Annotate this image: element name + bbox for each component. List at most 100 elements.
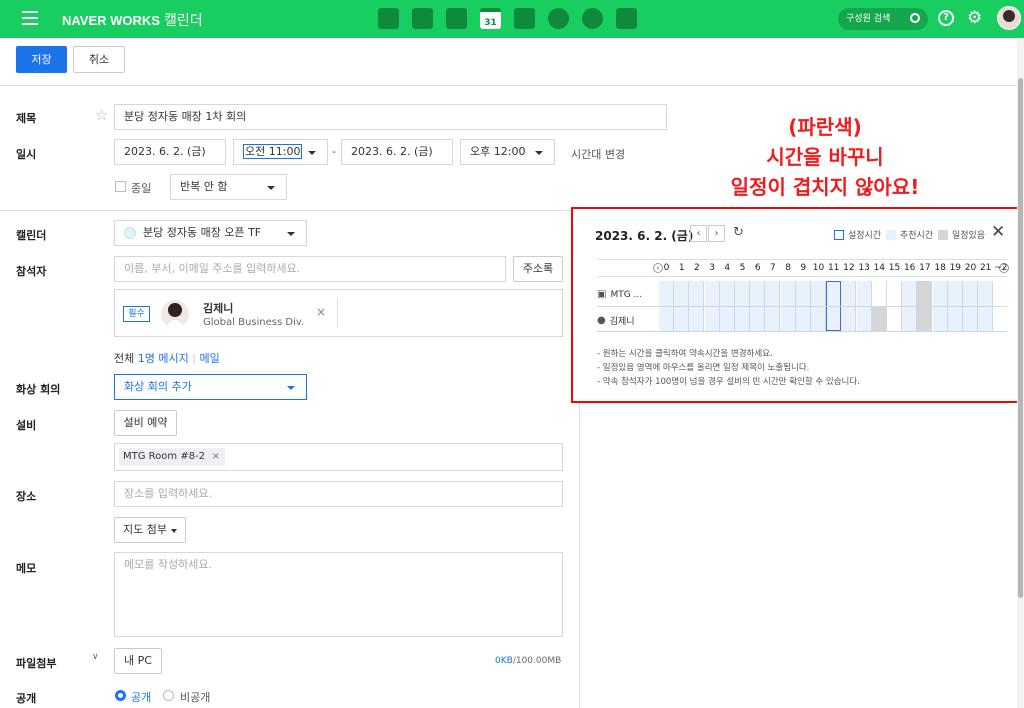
end-time-select[interactable]: 오후 12:00 — [460, 139, 555, 165]
time-slot[interactable] — [765, 281, 781, 306]
time-slot[interactable] — [932, 306, 948, 331]
brand-logo[interactable]: NAVER WORKS 캘린더 — [62, 10, 203, 30]
time-slot[interactable] — [659, 281, 674, 306]
time-slot[interactable] — [902, 306, 918, 331]
hour-label: 12 — [843, 263, 855, 273]
attendee-input[interactable]: 이름, 부서, 이메일 주소를 입력하세요. — [114, 256, 506, 282]
timezone-link[interactable]: 시간대 변경 — [571, 146, 625, 162]
annotation-line: 일정이 겹치지 않아요! — [730, 175, 920, 199]
time-slot[interactable] — [978, 281, 994, 306]
time-slot[interactable] — [932, 281, 948, 306]
mail-icon[interactable] — [446, 8, 467, 29]
required-badge[interactable]: 필수 — [123, 306, 150, 322]
save-button[interactable]: 저장 — [16, 46, 67, 73]
private-radio[interactable] — [163, 690, 174, 701]
hour-label: 0 — [663, 263, 670, 273]
place-input[interactable]: 장소를 입력하세요. — [114, 481, 563, 507]
time-slot[interactable] — [841, 306, 857, 331]
profile-avatar[interactable] — [997, 6, 1021, 30]
time-slot[interactable] — [735, 281, 750, 306]
time-slot[interactable] — [978, 306, 994, 331]
divider — [337, 298, 338, 328]
time-slot[interactable] — [871, 306, 887, 331]
contacts-icon[interactable] — [514, 8, 535, 29]
cancel-button[interactable]: 취소 — [73, 46, 125, 73]
allday-checkbox[interactable] — [115, 181, 126, 192]
time-slot[interactable] — [719, 281, 735, 306]
time-slot[interactable] — [947, 306, 963, 331]
prev-day-button[interactable]: ‹ — [690, 225, 707, 242]
time-slot[interactable] — [765, 306, 781, 331]
board-icon[interactable] — [616, 8, 637, 29]
calendar-icon[interactable]: 31 — [480, 8, 501, 29]
menu-icon[interactable] — [22, 11, 38, 25]
end-date-field[interactable]: 2023. 6. 2. (금) — [341, 139, 453, 165]
time-slot[interactable] — [856, 281, 872, 306]
drive-cloud-icon[interactable] — [548, 8, 569, 29]
time-slot[interactable] — [811, 281, 826, 306]
task-check-icon[interactable] — [582, 8, 603, 29]
time-slot[interactable] — [963, 306, 978, 331]
memo-textarea[interactable]: 메모를 작성하세요. — [114, 552, 563, 637]
time-slot[interactable] — [871, 281, 887, 306]
star-icon[interactable]: ☆ — [95, 106, 108, 124]
hour-label: 17 — [919, 263, 931, 273]
time-slot[interactable] — [795, 281, 811, 306]
equipment-label: 설비 — [16, 419, 37, 432]
address-book-button[interactable]: 주소록 — [513, 256, 563, 282]
time-slot[interactable] — [795, 306, 811, 331]
time-slot[interactable] — [689, 281, 705, 306]
start-date-field[interactable]: 2023. 6. 2. (금) — [114, 139, 226, 165]
gear-icon[interactable]: ⚙ — [967, 8, 982, 28]
time-slot[interactable] — [704, 281, 720, 306]
time-slot[interactable] — [887, 306, 902, 331]
repeat-select[interactable]: 반복 안 함 — [170, 174, 287, 200]
chevron-down-icon[interactable]: ∨ — [92, 652, 99, 662]
time-slot[interactable] — [659, 306, 674, 331]
remove-equipment-icon[interactable]: × — [212, 448, 220, 466]
time-slot[interactable] — [917, 306, 933, 331]
time-slot[interactable] — [750, 306, 766, 331]
time-slot[interactable] — [780, 306, 796, 331]
time-slot[interactable] — [735, 306, 750, 331]
mail-link[interactable]: 메일 — [199, 352, 219, 365]
time-slot[interactable] — [856, 306, 872, 331]
hour-label: 4 — [724, 263, 731, 273]
next-day-button[interactable]: › — [708, 225, 725, 242]
my-pc-button[interactable]: 내 PC — [114, 648, 162, 674]
page-scrollbar[interactable] — [1017, 38, 1024, 708]
video-select[interactable]: 화상 회의 추가 — [114, 374, 307, 400]
refresh-icon[interactable]: ↻ — [733, 225, 744, 240]
time-slot[interactable] — [689, 306, 705, 331]
time-slot[interactable] — [719, 306, 735, 331]
message-icon[interactable] — [412, 8, 433, 29]
map-attach-button[interactable]: 지도 첨부 — [114, 517, 186, 543]
time-slot[interactable] — [750, 281, 766, 306]
start-time-select[interactable]: 오전 11:00 — [233, 139, 328, 165]
member-search[interactable]: 구성원 검색 — [838, 8, 928, 30]
help-icon[interactable]: ? — [938, 10, 954, 26]
close-icon[interactable]: ✕ — [991, 222, 1005, 242]
equipment-reserve-button[interactable]: 설비 예약 — [114, 410, 177, 436]
note-icon[interactable] — [378, 8, 399, 29]
time-slot[interactable] — [841, 281, 857, 306]
time-slot[interactable] — [963, 281, 978, 306]
time-slot[interactable] — [917, 281, 933, 306]
title-input[interactable]: 분당 정자동 매장 1차 회의 — [114, 104, 667, 130]
public-radio[interactable] — [115, 690, 126, 701]
time-slot[interactable] — [811, 306, 826, 331]
calendar-select[interactable]: 분당 정자동 매장 오픈 TF — [114, 220, 307, 246]
visibility-label: 공개 — [16, 692, 37, 705]
time-slot[interactable] — [887, 281, 902, 306]
legend-set: 설정시간 — [834, 228, 881, 241]
public-label: 공개 — [131, 691, 152, 704]
message-link[interactable]: 메시지 — [158, 352, 188, 365]
time-slot[interactable] — [704, 306, 720, 331]
time-slot[interactable] — [902, 281, 918, 306]
time-slot[interactable] — [674, 306, 690, 331]
time-slot[interactable] — [780, 281, 796, 306]
time-slot[interactable] — [947, 281, 963, 306]
hour-label: 15 — [888, 263, 901, 273]
remove-attendee-icon[interactable]: × — [316, 305, 326, 319]
time-slot[interactable] — [674, 281, 690, 306]
